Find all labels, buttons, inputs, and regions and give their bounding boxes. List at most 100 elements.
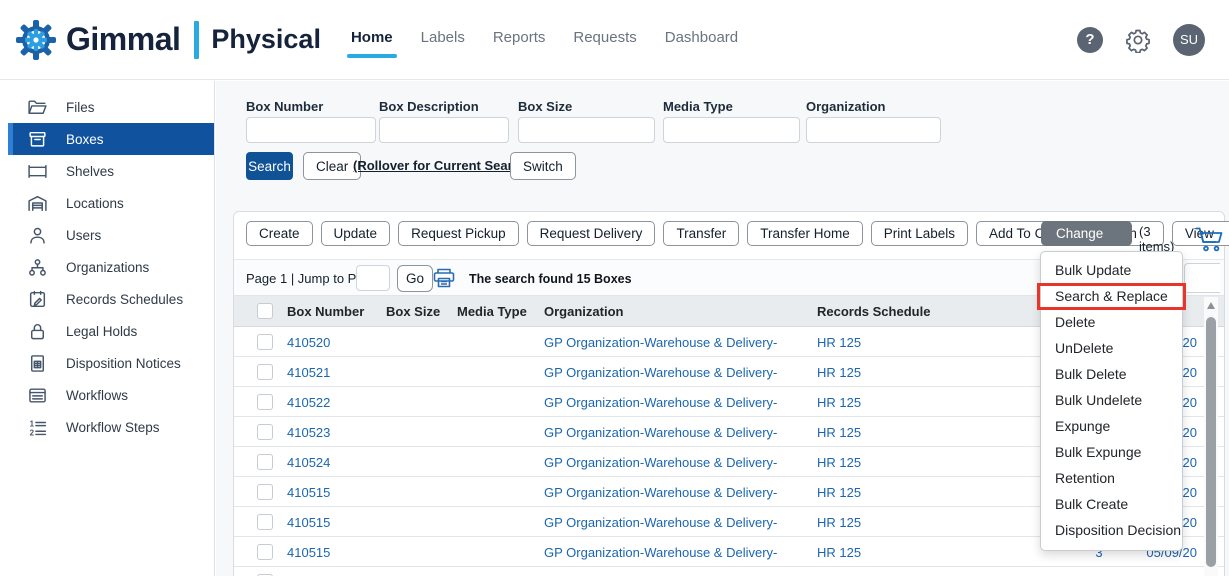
nav-tab-dashboard[interactable]: Dashboard <box>665 23 738 56</box>
cell-box-number[interactable]: 410524 <box>287 455 330 470</box>
transfer-home-button[interactable]: Transfer Home <box>747 221 863 246</box>
row-checkbox[interactable] <box>257 364 273 380</box>
box-number-input[interactable] <box>246 117 376 143</box>
search-button[interactable]: Search <box>246 152 293 180</box>
sidebar-item-disposition-notices[interactable]: Disposition Notices <box>0 347 214 379</box>
request-pickup-button[interactable]: Request Pickup <box>398 221 519 246</box>
scroll-up-arrow-icon[interactable] <box>1207 302 1215 309</box>
cell-records-schedule[interactable]: HR 125 <box>817 485 861 500</box>
select-all-checkbox[interactable] <box>257 303 273 319</box>
menu-item-undelete[interactable]: UnDelete <box>1041 335 1182 361</box>
menu-item-retention[interactable]: Retention <box>1041 465 1182 491</box>
cell-organization[interactable]: GP Organization-Warehouse & Delivery- <box>544 545 777 560</box>
cell-organization[interactable]: GP Organization-Warehouse & Delivery- <box>544 395 777 410</box>
user-avatar[interactable]: SU <box>1173 24 1205 56</box>
sidebar-item-legal-holds[interactable]: Legal Holds <box>0 315 214 347</box>
cell-organization[interactable]: GP Organization-Warehouse & Delivery- <box>544 515 777 530</box>
nav-tab-requests[interactable]: Requests <box>573 23 636 56</box>
sidebar-item-workflow-steps[interactable]: 12Workflow Steps <box>0 411 214 443</box>
cell-box-number[interactable]: 410515 <box>287 485 330 500</box>
go-button[interactable]: Go <box>397 265 433 292</box>
cell-box-number[interactable]: 410515 <box>287 515 330 530</box>
cell-records-schedule[interactable]: HR 125 <box>817 335 861 350</box>
sidebar-item-locations[interactable]: Locations <box>0 187 214 219</box>
header-right: ? SU <box>1077 24 1205 56</box>
cart-icon[interactable] <box>1194 226 1224 252</box>
column-header-organization[interactable]: Organization <box>544 304 623 319</box>
column-header-box-number[interactable]: Box Number <box>287 304 364 319</box>
scrollbar-thumb[interactable] <box>1206 317 1216 567</box>
sidebar-item-users[interactable]: Users <box>0 219 214 251</box>
cell-records-schedule[interactable]: HR 125 <box>817 365 861 380</box>
menu-item-delete[interactable]: Delete <box>1041 309 1182 335</box>
brand-logo[interactable]: Gimmal Physical <box>14 18 321 62</box>
cell-records-schedule[interactable]: HR 125 <box>817 425 861 440</box>
menu-item-bulk-delete[interactable]: Bulk Delete <box>1041 361 1182 387</box>
row-checkbox[interactable] <box>257 334 273 350</box>
menu-item-bulk-update[interactable]: Bulk Update <box>1041 257 1182 283</box>
column-header-box-size[interactable]: Box Size <box>386 304 440 319</box>
row-checkbox[interactable] <box>257 394 273 410</box>
cell-box-number[interactable]: 410515 <box>287 545 330 560</box>
sidebar-item-shelves[interactable]: Shelves <box>0 155 214 187</box>
column-header-media-type[interactable]: Media Type <box>457 304 527 319</box>
pagination-right-field[interactable] <box>1184 263 1220 293</box>
cell-box-number[interactable]: 410522 <box>287 395 330 410</box>
sidebar-item-boxes[interactable]: Boxes <box>8 123 214 155</box>
sidebar-item-organizations[interactable]: Organizations <box>0 251 214 283</box>
sidebar-item-label: Users <box>66 228 101 243</box>
print-labels-button[interactable]: Print Labels <box>871 221 968 246</box>
update-button[interactable]: Update <box>321 221 391 246</box>
sidebar-item-files[interactable]: Files <box>0 91 214 123</box>
menu-item-disposition-decision[interactable]: Disposition Decision <box>1041 517 1182 543</box>
box-description-input[interactable] <box>379 117 509 143</box>
nav-tab-labels[interactable]: Labels <box>421 23 465 56</box>
sidebar-item-label: Disposition Notices <box>66 356 181 371</box>
jump-to-page-input[interactable] <box>356 265 390 291</box>
brand-product: Physical <box>211 24 321 55</box>
cell-records-schedule[interactable]: HR 125 <box>817 515 861 530</box>
row-checkbox[interactable] <box>257 424 273 440</box>
nav-tab-home[interactable]: Home <box>351 23 393 56</box>
column-header-records-schedule[interactable]: Records Schedule <box>817 304 930 319</box>
cell-records-schedule[interactable]: HR 125 <box>817 395 861 410</box>
box-size-input[interactable] <box>518 117 655 143</box>
cell-organization[interactable]: GP Organization-Warehouse & Delivery- <box>544 455 777 470</box>
request-delivery-button[interactable]: Request Delivery <box>527 221 656 246</box>
menu-item-bulk-expunge[interactable]: Bulk Expunge <box>1041 439 1182 465</box>
transfer-button[interactable]: Transfer <box>663 221 739 246</box>
switch-button[interactable]: Switch <box>510 152 576 180</box>
settings-gear-icon[interactable] <box>1125 27 1151 53</box>
organization-input[interactable] <box>806 117 941 143</box>
nav-tab-reports[interactable]: Reports <box>493 23 546 56</box>
cell-organization[interactable]: GP Organization-Warehouse & Delivery- <box>544 485 777 500</box>
cell-organization[interactable]: GP Organization-Warehouse & Delivery- <box>544 425 777 440</box>
cell-box-number[interactable]: 410523 <box>287 425 330 440</box>
change-menu-button[interactable]: Change <box>1041 221 1132 246</box>
row-checkbox[interactable] <box>257 544 273 560</box>
cell-organization[interactable]: GP Organization-Warehouse & Delivery- <box>544 335 777 350</box>
row-checkbox[interactable] <box>257 484 273 500</box>
cart-group: (3 items) <box>1139 224 1224 254</box>
row-checkbox[interactable] <box>257 514 273 530</box>
sidebar-item-label: Organizations <box>66 260 149 275</box>
create-button[interactable]: Create <box>246 221 313 246</box>
help-icon[interactable]: ? <box>1077 27 1103 53</box>
sidebar-item-workflows[interactable]: Workflows <box>0 379 214 411</box>
row-checkbox[interactable] <box>257 454 273 470</box>
sidebar-item-records-schedules[interactable]: Records Schedules <box>0 283 214 315</box>
cell-box-number[interactable]: 410520 <box>287 335 330 350</box>
menu-item-search-replace[interactable]: Search & Replace <box>1041 283 1182 309</box>
printer-icon[interactable] <box>432 267 456 289</box>
cell-records-schedule[interactable]: HR 125 <box>817 455 861 470</box>
cell-box-number[interactable]: 410521 <box>287 365 330 380</box>
cell-organization[interactable]: GP Organization-Warehouse & Delivery- <box>544 365 777 380</box>
cell-records-schedule[interactable]: HR 125 <box>817 545 861 560</box>
menu-item-bulk-create[interactable]: Bulk Create <box>1041 491 1182 517</box>
rollover-current-search-link[interactable]: (Rollover for Current Search) <box>353 158 532 173</box>
media-type-input[interactable] <box>663 117 800 143</box>
menu-item-bulk-undelete[interactable]: Bulk Undelete <box>1041 387 1182 413</box>
menu-item-expunge[interactable]: Expunge <box>1041 413 1182 439</box>
sidebar-item-label: Files <box>66 100 95 115</box>
table-scrollbar[interactable] <box>1204 297 1218 576</box>
